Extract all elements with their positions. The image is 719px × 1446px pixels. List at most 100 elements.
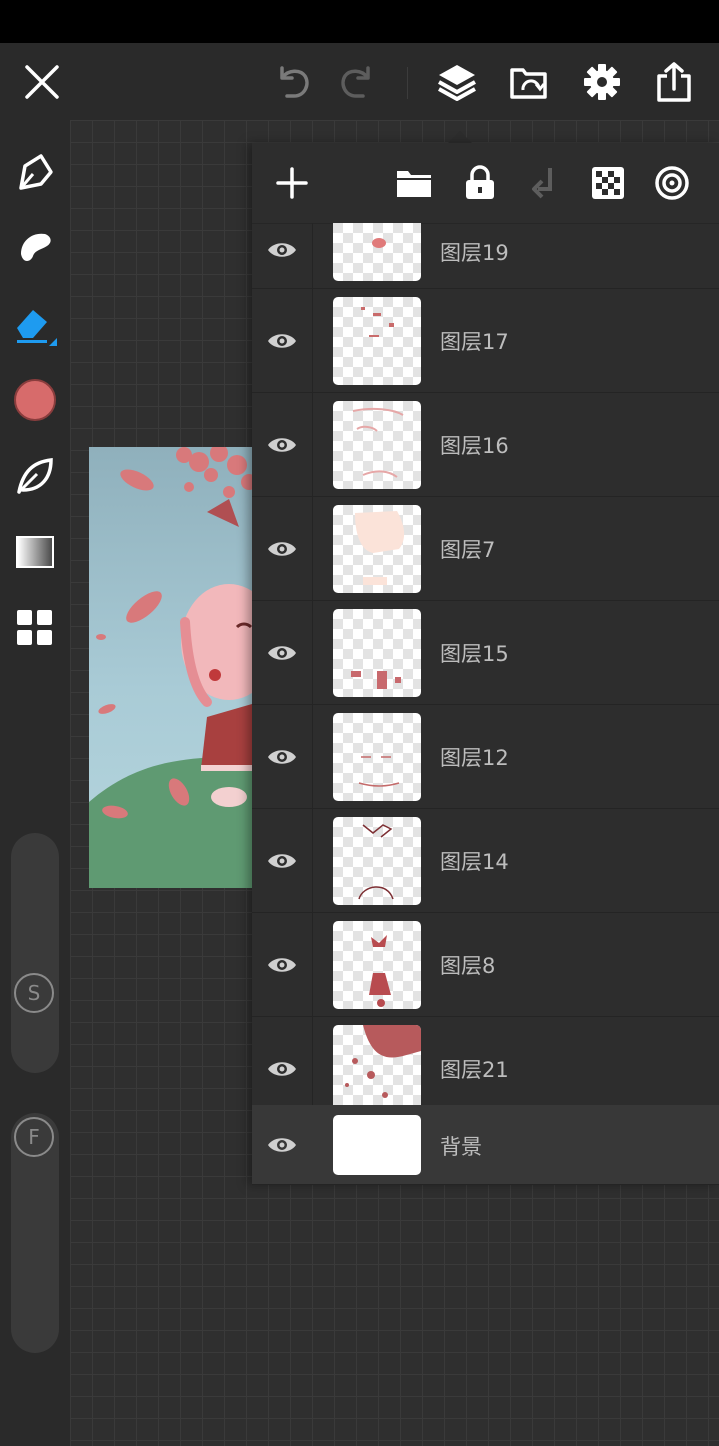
layer-row[interactable]: 图层15 [252,601,719,705]
gallery-button[interactable] [504,43,556,120]
smudge-tool-button[interactable] [10,223,60,273]
eye-icon [268,854,296,868]
share-icon [657,61,691,102]
eye-icon [268,646,296,660]
image-folder-icon [510,67,547,99]
close-button[interactable] [16,43,68,120]
layers-panel: 图层19 图层17 图层16 图层7 图层15 图层12 图层14 图层8 图层… [252,143,719,1185]
merge-down-icon [532,168,552,199]
lock-icon [466,165,494,199]
layer-row[interactable]: 图层7 [252,497,719,601]
apps-button[interactable] [10,603,60,653]
layer-separator [312,497,313,600]
eye-icon [268,334,296,348]
alpha-lock-button[interactable] [588,163,628,203]
eye-icon [268,1138,296,1152]
layer-thumbnail [333,1025,421,1113]
layer-row[interactable]: 图层12 [252,705,719,809]
background-thumbnail [333,1115,421,1175]
layer-name: 图层12 [440,746,509,770]
leaf-tool-button[interactable] [10,451,60,501]
artwork-illustration [89,447,259,888]
layer-visibility-toggle[interactable] [264,537,300,561]
layer-visibility-toggle[interactable] [264,953,300,977]
lock-layer-button[interactable] [460,163,500,203]
layer-name: 图层15 [440,642,509,666]
artwork-canvas[interactable] [89,447,259,888]
smudge-icon [21,233,51,261]
layer-group-button[interactable] [394,163,434,203]
layer-thumbnail [333,223,421,281]
transparency-icon [592,167,624,199]
redo-button[interactable] [330,43,382,120]
layer-thumbnail [333,401,421,489]
add-icon [276,167,308,199]
gradient-icon [16,536,54,568]
folder-icon [397,171,431,197]
eye-icon [268,542,296,556]
top-toolbar [0,43,719,120]
toolbar-divider [407,67,408,99]
brush-size-slider[interactable]: S [11,833,59,1073]
layer-visibility-toggle[interactable] [264,745,300,769]
reference-layer-button[interactable] [652,163,692,203]
gear-icon [584,63,620,100]
layer-name: 图层21 [440,1058,509,1082]
layer-thumbnail [333,713,421,801]
color-button[interactable] [10,375,60,425]
layer-name: 图层7 [440,538,496,562]
layer-separator [312,809,313,912]
layer-visibility-toggle[interactable] [264,433,300,457]
share-button[interactable] [648,43,700,120]
size-slider-knob[interactable]: S [14,973,54,1013]
layer-row[interactable]: 图层8 [252,913,719,1017]
layer-thumbnail [333,609,421,697]
layer-row[interactable]: 图层19 [252,223,719,289]
layer-name: 图层17 [440,330,509,354]
layer-name: 图层16 [440,434,509,458]
layer-row[interactable]: 图层17 [252,289,719,393]
layer-name: 背景 [440,1135,482,1159]
layer-separator [312,913,313,1016]
layers-list: 图层19 图层17 图层16 图层7 图层15 图层12 图层14 图层8 图层… [252,223,719,1185]
settings-button[interactable] [576,43,628,120]
layers-panel-toolbar [252,143,719,224]
eye-icon [268,1062,296,1076]
layer-visibility-toggle[interactable] [264,329,300,353]
layer-row[interactable]: 图层16 [252,393,719,497]
layer-name: 图层8 [440,954,496,978]
flow-slider-knob[interactable]: F [14,1117,54,1157]
brush-flow-slider[interactable]: F [11,1113,59,1353]
layers-icon [438,64,476,101]
close-icon [25,64,59,99]
eye-icon [268,750,296,764]
eraser-tool-button[interactable] [10,299,60,349]
layer-visibility-toggle[interactable] [264,1057,300,1081]
merge-down-button[interactable] [524,163,564,203]
layer-row[interactable]: 图层14 [252,809,719,913]
add-layer-button[interactable] [272,163,312,203]
layer-separator [312,223,313,288]
layer-separator [312,705,313,808]
layer-thumbnail [333,505,421,593]
undo-icon [280,65,309,98]
left-toolbar: S F [0,120,70,1446]
target-icon [655,166,689,200]
layer-name: 图层14 [440,850,509,874]
layers-button[interactable] [431,43,483,120]
pen-tool-button[interactable] [10,147,60,197]
layer-visibility-toggle[interactable] [264,849,300,873]
layer-visibility-toggle[interactable] [264,1133,300,1157]
layer-separator [312,601,313,704]
background-layer-row[interactable]: 背景 [252,1105,719,1185]
eye-icon [268,438,296,452]
layer-visibility-toggle[interactable] [264,238,300,262]
undo-button[interactable] [268,43,320,120]
layer-name: 图层19 [440,241,509,265]
pen-icon [19,154,53,190]
layers-panel-pointer [448,131,472,143]
status-bar [0,0,719,43]
gradient-tool-button[interactable] [10,527,60,577]
grid-apps-icon [17,610,52,645]
layer-visibility-toggle[interactable] [264,641,300,665]
